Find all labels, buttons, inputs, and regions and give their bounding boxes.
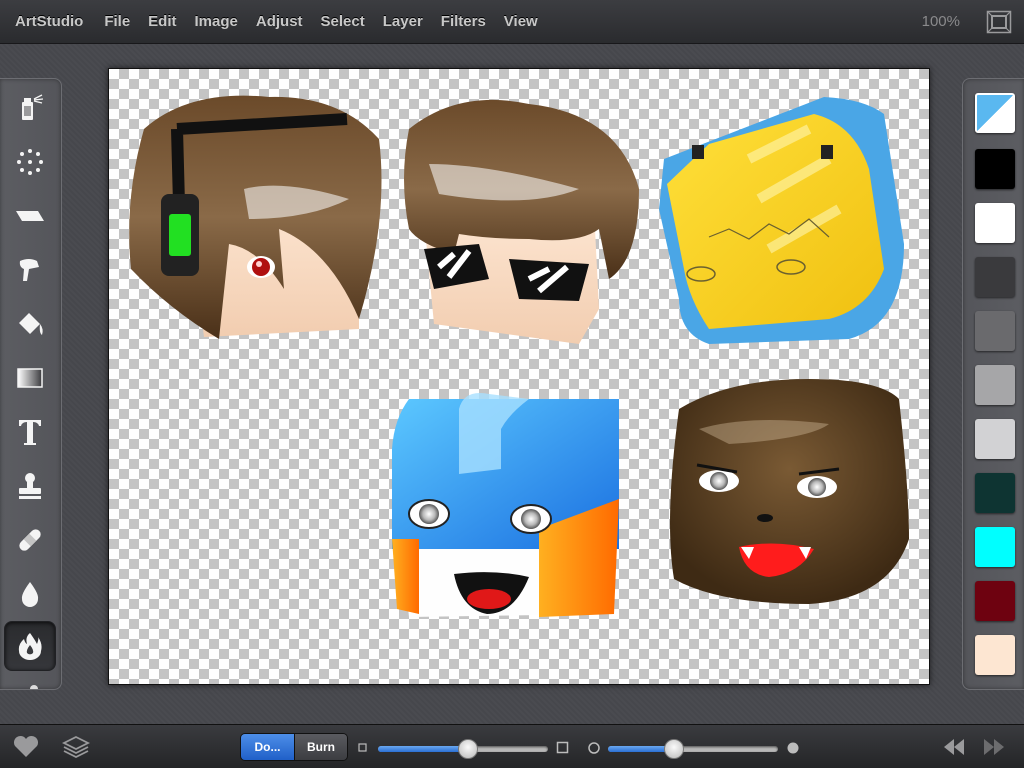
- scatter-tool[interactable]: [4, 137, 56, 187]
- color-swatch-silver[interactable]: [975, 419, 1015, 459]
- tool-panel: [0, 78, 62, 690]
- scatter-dots-icon: [17, 149, 43, 175]
- color-panel: [962, 78, 1024, 690]
- dodge-mode-button[interactable]: Do...: [241, 734, 294, 760]
- color-swatch-cyan[interactable]: [975, 527, 1015, 567]
- app-title-menu[interactable]: ArtStudio: [0, 13, 95, 30]
- smudge-finger-icon: [19, 259, 39, 281]
- filled-circle-icon: [787, 742, 799, 754]
- layers-icon[interactable]: [62, 735, 90, 759]
- dodge-burn-tool[interactable]: [4, 621, 56, 671]
- spray-tool[interactable]: [4, 83, 56, 133]
- undo-icon[interactable]: [940, 735, 968, 759]
- zoom-level[interactable]: 100%: [922, 13, 960, 30]
- head-blue-orange: [392, 393, 619, 617]
- color-swatch-light-gray[interactable]: [975, 365, 1015, 405]
- menu-edit[interactable]: Edit: [139, 13, 185, 30]
- fill-tool[interactable]: [4, 299, 56, 349]
- color-swatch-dark-gray[interactable]: [975, 257, 1015, 297]
- spray-can-icon: [22, 94, 44, 120]
- burn-mode-button[interactable]: Burn: [294, 734, 347, 760]
- color-swatch-white[interactable]: [975, 203, 1015, 243]
- gradient-icon: [17, 368, 43, 388]
- menu-bar: ArtStudio File Edit Image Adjust Select …: [0, 0, 1024, 44]
- scroll-more-indicator: [30, 685, 38, 689]
- eraser-tool[interactable]: [4, 191, 56, 241]
- menu-filters[interactable]: Filters: [432, 13, 495, 30]
- head-headphones: [129, 95, 382, 339]
- current-color-swatch[interactable]: [975, 93, 1015, 133]
- head-sunglasses: [404, 99, 639, 344]
- menu-view[interactable]: View: [495, 13, 547, 30]
- redo-icon[interactable]: [980, 735, 1008, 759]
- head-yellow-blue: [659, 97, 904, 344]
- bottom-toolbar: Do... Burn: [0, 724, 1024, 768]
- text-icon: [19, 420, 41, 445]
- heart-icon[interactable]: [12, 735, 40, 759]
- strength-thumb[interactable]: [664, 739, 684, 759]
- text-tool[interactable]: [4, 407, 56, 457]
- fullscreen-icon[interactable]: [986, 10, 1012, 34]
- menu-select[interactable]: Select: [312, 13, 374, 30]
- brush-size-fill: [378, 746, 468, 752]
- large-square-icon: [556, 741, 569, 754]
- menu-image[interactable]: Image: [186, 13, 247, 30]
- gradient-tool[interactable]: [4, 353, 56, 403]
- stamp-icon: [19, 473, 41, 499]
- head-furry: [670, 379, 909, 604]
- flame-icon: [18, 633, 42, 660]
- bandage-icon: [19, 529, 41, 551]
- menu-file[interactable]: File: [95, 13, 139, 30]
- artwork-image: [129, 95, 909, 617]
- clone-stamp-tool[interactable]: [4, 461, 56, 511]
- circle-outline-icon: [588, 742, 600, 754]
- menu-adjust[interactable]: Adjust: [247, 13, 312, 30]
- menu-layer[interactable]: Layer: [374, 13, 432, 30]
- strength-slider[interactable]: [608, 739, 778, 759]
- drawing-canvas[interactable]: [108, 68, 930, 685]
- color-swatch-black[interactable]: [975, 149, 1015, 189]
- color-swatch-gray[interactable]: [975, 311, 1015, 351]
- brush-size-slider[interactable]: [378, 739, 548, 759]
- water-drop-icon: [21, 582, 39, 607]
- color-swatch-maroon[interactable]: [975, 581, 1015, 621]
- dodge-burn-mode-toggle: Do... Burn: [240, 733, 348, 761]
- small-square-icon: [358, 743, 367, 752]
- heal-tool[interactable]: [4, 515, 56, 565]
- eraser-icon: [16, 211, 44, 221]
- color-swatch-skin[interactable]: [975, 635, 1015, 675]
- paint-bucket-icon: [19, 313, 43, 335]
- blur-tool[interactable]: [4, 569, 56, 619]
- smudge-tool[interactable]: [4, 245, 56, 295]
- brush-size-thumb[interactable]: [458, 739, 478, 759]
- color-swatch-dark-teal[interactable]: [975, 473, 1015, 513]
